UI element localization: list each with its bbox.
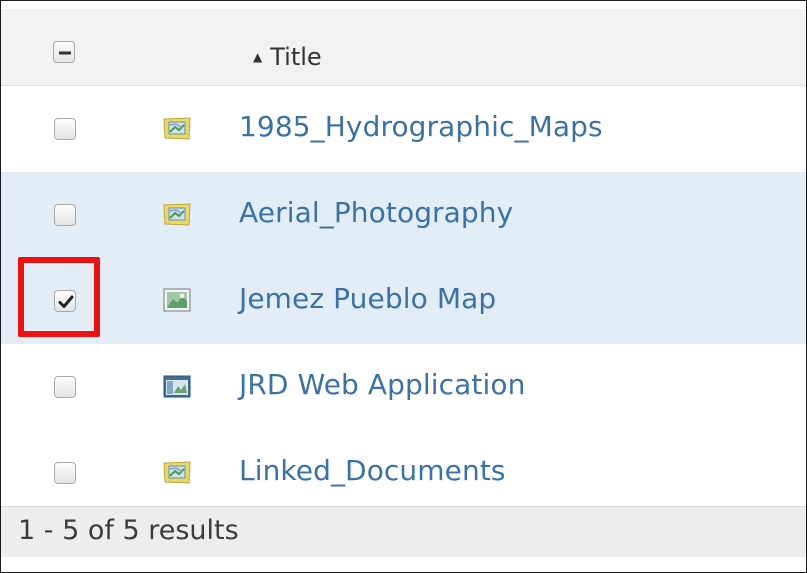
title-column-header[interactable]: ▲ Title — [253, 43, 322, 71]
content-list-panel: ▲ Title 1985_Hydrographic_Maps Aerial_Pho… — [0, 0, 807, 573]
highlight-box — [18, 257, 100, 337]
web-application-icon — [163, 375, 191, 398]
web-map-icon — [163, 288, 191, 312]
sort-ascending-icon: ▲ — [253, 50, 263, 64]
item-title-link[interactable]: JRD Web Application — [239, 368, 525, 401]
table-row[interactable]: Jemez Pueblo Map — [1, 258, 806, 345]
select-all-checkbox[interactable] — [53, 41, 75, 63]
results-count: 1 - 5 of 5 results — [18, 515, 239, 546]
map-layer-icon — [163, 117, 191, 140]
row-checkbox[interactable] — [54, 204, 76, 226]
table-row[interactable]: JRD Web Application — [1, 344, 806, 431]
row-checkbox[interactable] — [54, 118, 76, 140]
results-footer: 1 - 5 of 5 results — [1, 506, 806, 557]
item-title-link[interactable]: Linked_Documents — [239, 454, 506, 487]
table-row[interactable]: 1985_Hydrographic_Maps — [1, 86, 806, 173]
item-title-link[interactable]: Aerial_Photography — [239, 196, 513, 229]
row-checkbox[interactable] — [54, 376, 76, 398]
item-title-link[interactable]: 1985_Hydrographic_Maps — [239, 110, 603, 143]
indeterminate-icon — [59, 51, 71, 55]
map-layer-icon — [163, 461, 191, 484]
row-checkbox[interactable] — [54, 462, 76, 484]
title-column-label: Title — [270, 43, 322, 71]
table-row[interactable]: Aerial_Photography — [1, 172, 806, 259]
table-row[interactable]: Linked_Documents — [1, 430, 806, 516]
table-header: ▲ Title — [1, 9, 806, 86]
map-layer-icon — [163, 203, 191, 226]
item-title-link[interactable]: Jemez Pueblo Map — [239, 282, 496, 315]
